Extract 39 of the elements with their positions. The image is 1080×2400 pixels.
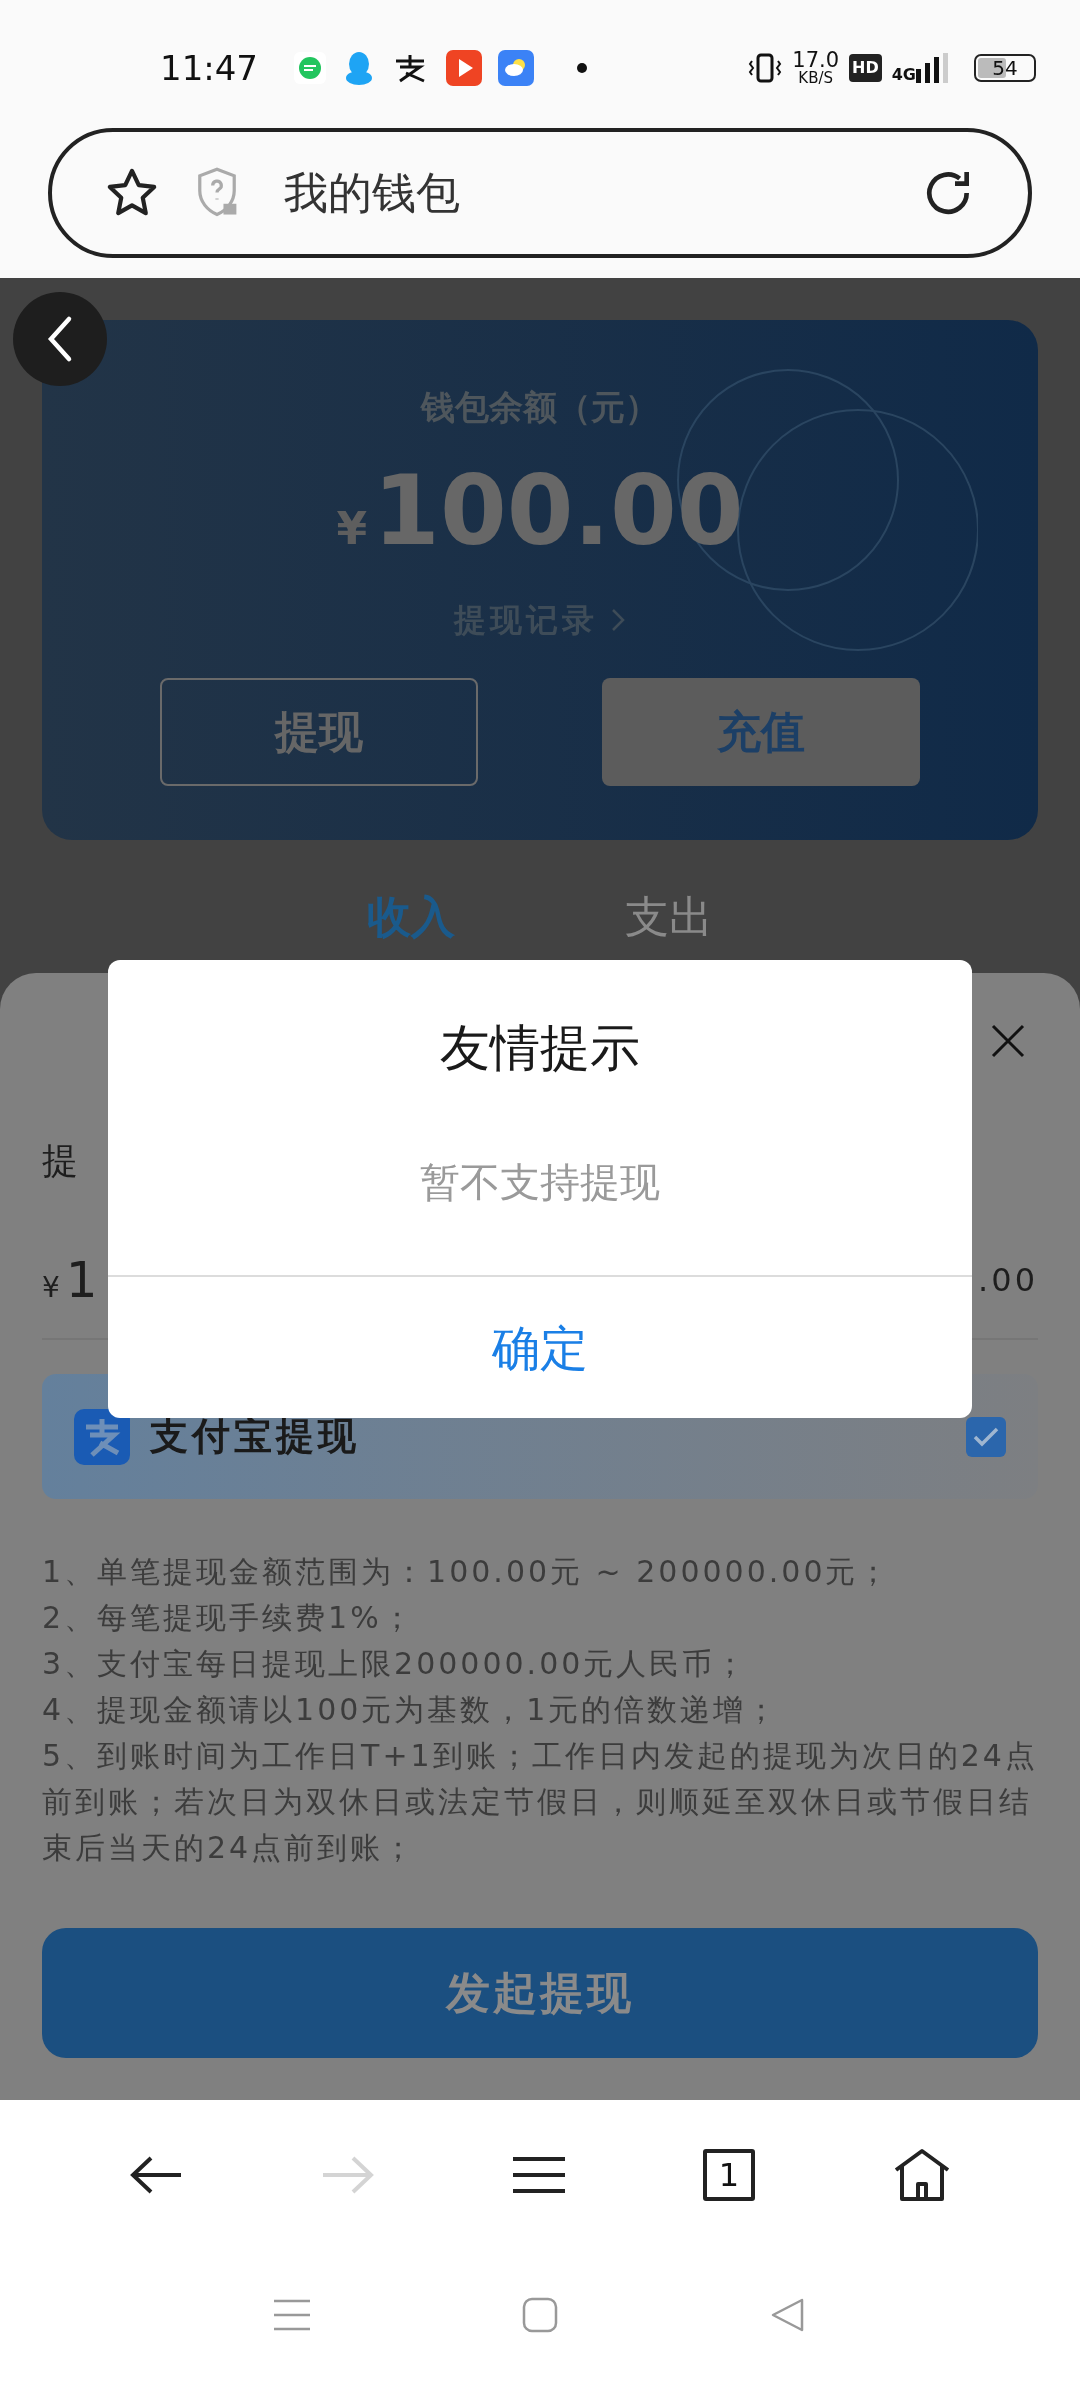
rule-note: 4、提现金额请以100元为基数，1元的倍数递增；	[42, 1691, 781, 1729]
rule-note: 3、支付宝每日提现上限200000.00元人民币；	[42, 1645, 750, 1683]
withdraw-label: 提	[42, 1139, 78, 1183]
alipay-logo-icon	[74, 1408, 130, 1465]
balance-amount: 100.00	[373, 463, 744, 559]
top-up-button[interactable]: 充值	[602, 678, 920, 786]
battery-indicator: 54	[974, 54, 1036, 82]
vibrate-icon	[748, 51, 783, 85]
notification-dot-icon	[576, 62, 588, 74]
back-triangle-icon[interactable]	[770, 2297, 806, 2333]
video-app-icon	[446, 50, 482, 86]
checkbox[interactable]	[966, 1416, 1006, 1457]
status-time: 11:47	[160, 46, 258, 90]
recent-apps-icon[interactable]	[274, 2297, 310, 2333]
home-icon[interactable]	[893, 2148, 951, 2202]
page-title: 我的钱包	[284, 166, 460, 220]
menu-icon[interactable]	[513, 2156, 565, 2194]
chevron-right-icon	[610, 607, 626, 633]
address-bar[interactable]: 我的钱包	[48, 128, 1032, 258]
tab[interactable]: 支出	[625, 892, 713, 942]
network-speed-unit: KB/S	[798, 71, 834, 86]
currency-symbol: ¥	[336, 502, 368, 556]
rule-note: 5、到账时间为工作日T+1到账；工作日内发起的提现为次日的24点前到账；若次日为双休日或法定节假日，则顺延至双休日或节假日结束后当天的24点前到账；	[42, 1737, 1038, 1867]
weather-app-icon	[498, 50, 534, 86]
submit-withdraw-button[interactable]: 发起提现	[42, 1928, 1038, 2058]
rule-note: 1、单笔提现金额范围为：100.00元 ~ 200000.00元；	[42, 1553, 893, 1591]
withdraw-button[interactable]: 提现	[160, 678, 478, 786]
dialog-title: 友情提示	[440, 1018, 640, 1078]
home-square-icon[interactable]	[522, 2297, 558, 2333]
close-icon[interactable]	[990, 1023, 1026, 1059]
withdraw-amount: ¥1	[42, 1249, 98, 1311]
available-amount: .00	[978, 1260, 1038, 1301]
network-speed: 17.0	[792, 50, 840, 71]
back-arrow-icon[interactable]	[129, 2155, 183, 2195]
tabs-button[interactable]: 1	[703, 2149, 755, 2201]
rule-note: 2、每笔提现手续费1%；	[42, 1599, 416, 1637]
hd-badge: HD	[849, 54, 882, 82]
network-type: 4G	[891, 67, 916, 83]
dialog-message: 暂不支持提现	[420, 1160, 660, 1204]
